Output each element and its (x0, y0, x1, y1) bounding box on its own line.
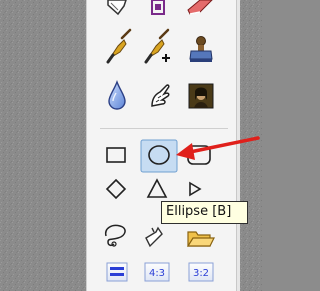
aspect-4-3-label: 4:3 (149, 268, 165, 279)
paint-tube-icon[interactable] (151, 0, 165, 15)
toolbox-screenshot: 4:3 3:2 (0, 0, 262, 291)
ellipse-tooltip: Ellipse [B] (161, 201, 248, 224)
aspect-3-2-label: 3:2 (193, 268, 209, 279)
aspect-3-2-button[interactable]: 3:2 (188, 262, 214, 282)
portrait-icon[interactable] (188, 83, 214, 109)
aspect-4-3-button[interactable]: 4:3 (144, 262, 170, 282)
equals-icon (110, 267, 124, 270)
equals-button[interactable] (106, 262, 128, 282)
selection-highlight (140, 139, 178, 173)
ellipse-tool-button[interactable] (140, 139, 178, 173)
tooltip-text: Ellipse [B] (166, 204, 232, 219)
